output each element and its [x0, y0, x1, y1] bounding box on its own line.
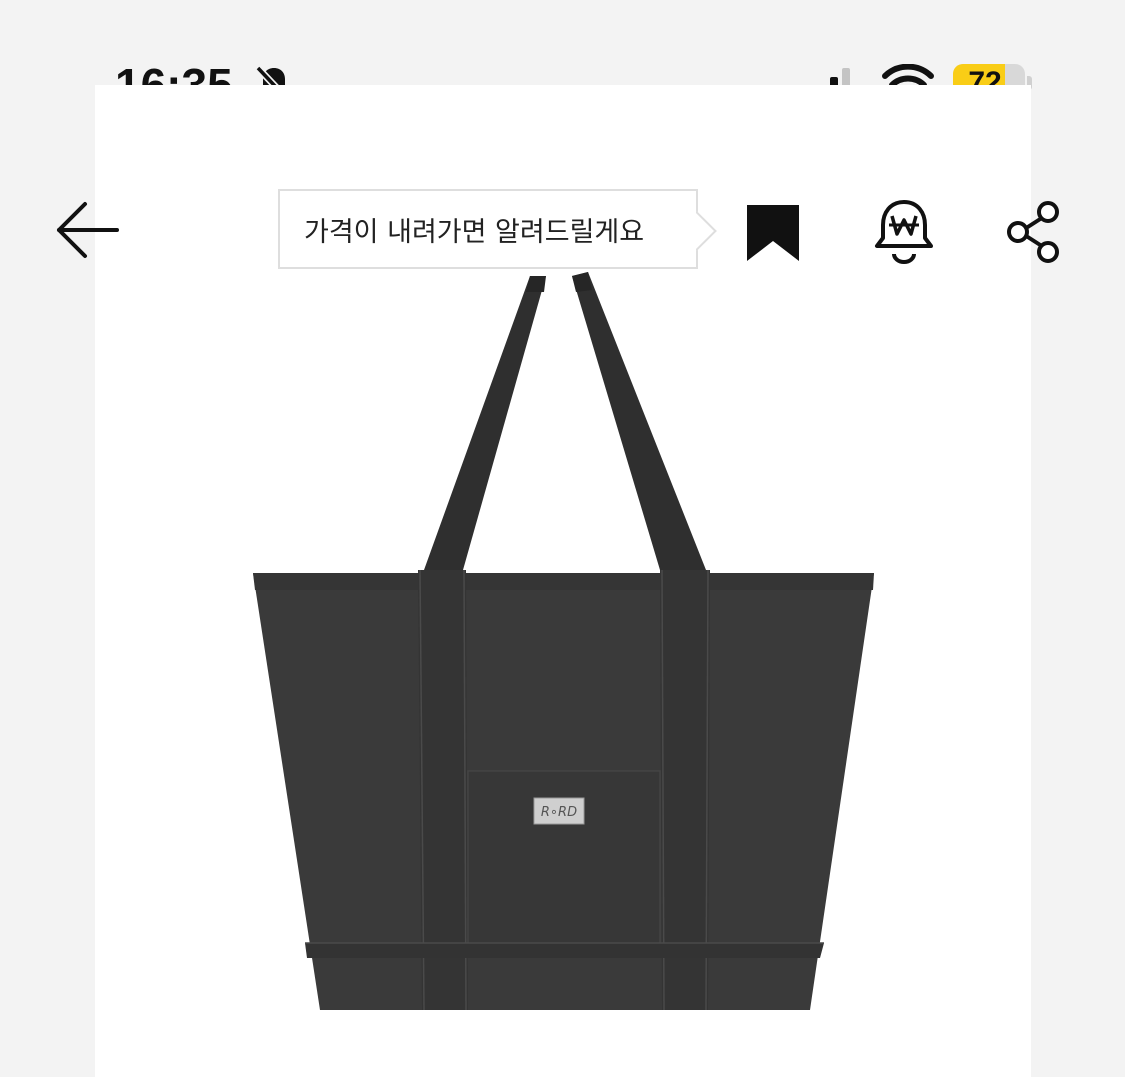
share-icon[interactable]	[1004, 200, 1064, 264]
product-detail-screen: 16:35 72 가격이 내려가면 알려드릴게	[0, 0, 1125, 1077]
tooltip-text: 가격이 내려가면 알려드릴게요	[304, 216, 645, 248]
tote-bag-image: R∘RD	[253, 272, 874, 1011]
bookmark-icon[interactable]	[745, 203, 801, 263]
price-alert-tooltip: 가격이 내려가면 알려드릴게요	[278, 189, 717, 269]
price-alert-bell-icon[interactable]	[872, 198, 936, 266]
svg-text:R∘RD: R∘RD	[541, 805, 577, 820]
arrow-left-icon[interactable]	[55, 200, 121, 260]
